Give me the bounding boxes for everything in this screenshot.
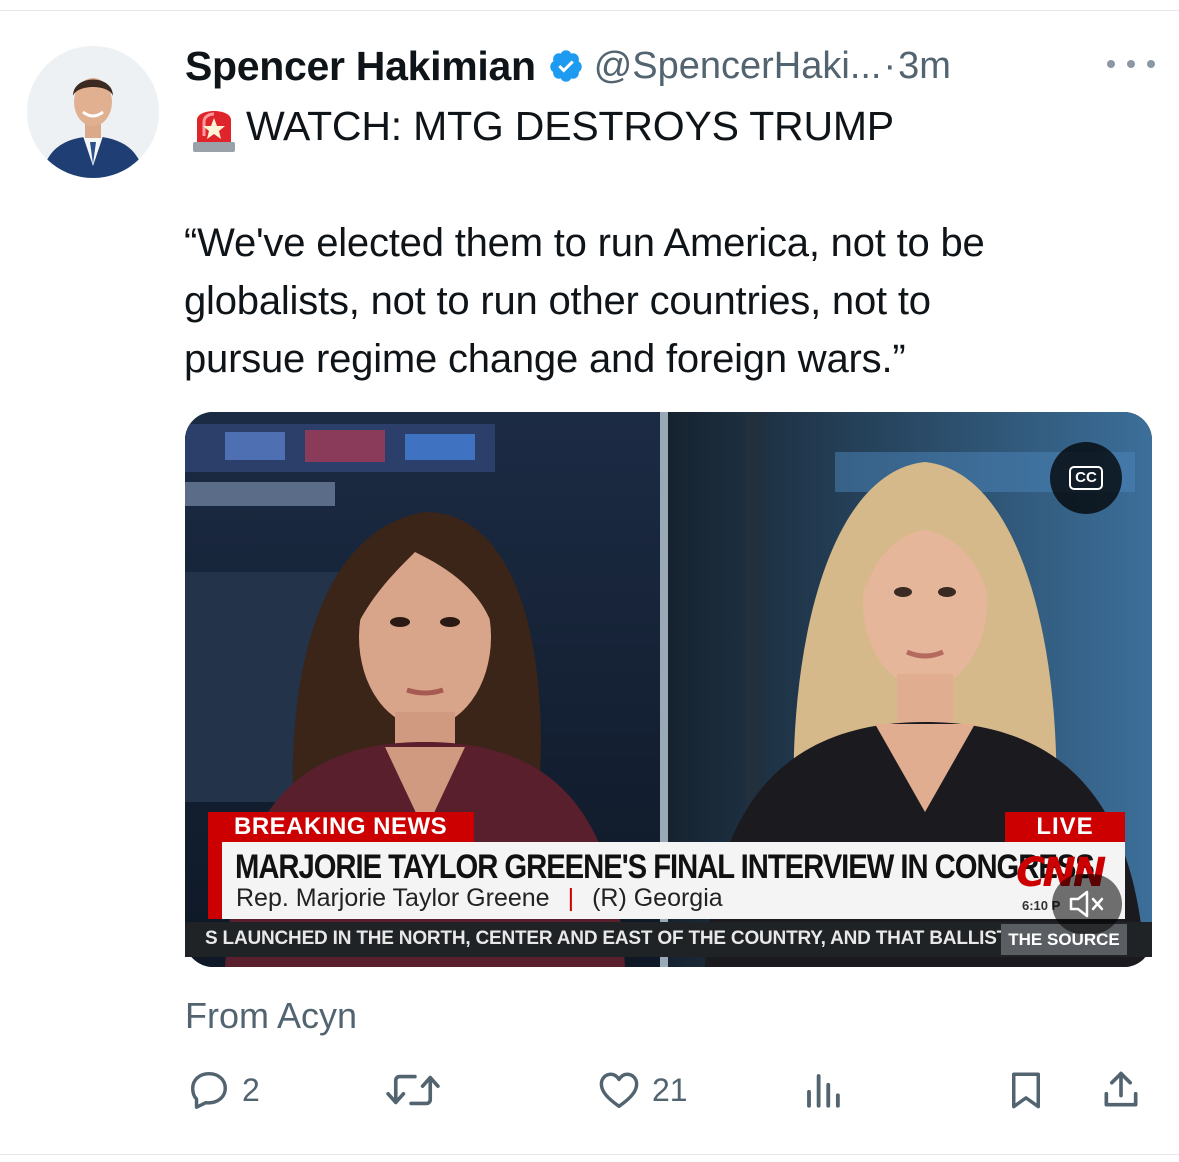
cc-button[interactable]: CC bbox=[1050, 442, 1122, 514]
like-count: 21 bbox=[652, 1071, 688, 1108]
mute-icon bbox=[1069, 890, 1104, 918]
quote-line: pursue regime change and foreign wars.” bbox=[184, 337, 906, 381]
breaking-news-label: BREAKING NEWS bbox=[208, 812, 474, 842]
tweet-time[interactable]: 3m bbox=[898, 45, 951, 88]
cc-icon: CC bbox=[1069, 466, 1103, 490]
author-handle[interactable]: @SpencerHaki... bbox=[594, 45, 882, 88]
tweet-quote: “We've elected them to run America, not … bbox=[184, 214, 1144, 388]
tweet-header: Spencer Hakimian @SpencerHaki... · 3m bbox=[185, 40, 1115, 92]
live-label: LIVE bbox=[1005, 812, 1125, 842]
share-button[interactable] bbox=[1099, 1060, 1143, 1120]
like-button[interactable]: 21 bbox=[596, 1060, 688, 1120]
bottom-divider bbox=[0, 1154, 1179, 1155]
author-name[interactable]: Spencer Hakimian bbox=[185, 43, 536, 90]
retweet-icon bbox=[386, 1074, 440, 1106]
top-divider bbox=[0, 10, 1179, 11]
reply-button[interactable]: 2 bbox=[186, 1060, 260, 1120]
action-bar: 2 21 bbox=[0, 1060, 1179, 1120]
headline-text: WATCH: MTG DESTROYS TRUMP bbox=[246, 102, 894, 149]
share-icon bbox=[1104, 1071, 1138, 1107]
time-separator: · bbox=[883, 44, 897, 87]
lower-third-subline: Rep. Marjorie Taylor Greene | (R) Georgi… bbox=[236, 884, 723, 913]
guest-name: Rep. Marjorie Taylor Greene bbox=[236, 884, 550, 912]
ticker-text: S LAUNCHED IN THE NORTH, CENTER AND EAST… bbox=[205, 928, 1014, 949]
avatar-image bbox=[27, 46, 159, 178]
lower-third-accent bbox=[208, 842, 222, 919]
bookmark-button[interactable] bbox=[1005, 1060, 1047, 1120]
reply-count: 2 bbox=[242, 1071, 260, 1108]
mute-button[interactable] bbox=[1052, 874, 1122, 934]
verified-badge-icon bbox=[549, 50, 582, 82]
quote-line: “We've elected them to run America, not … bbox=[184, 221, 985, 265]
avatar[interactable] bbox=[27, 46, 159, 178]
video-attribution[interactable]: From Acyn bbox=[185, 995, 357, 1037]
views-icon bbox=[807, 1074, 840, 1108]
siren-icon bbox=[193, 111, 235, 152]
quote-line: globalists, not to run other countries, … bbox=[184, 279, 931, 323]
reply-icon bbox=[190, 1071, 228, 1109]
guest-party: (R) Georgia bbox=[592, 884, 723, 912]
lower-third-headline: MARJORIE TAYLOR GREENE'S FINAL INTERVIEW… bbox=[235, 848, 1095, 886]
tweet-headline: WATCH: MTG DESTROYS TRUMP bbox=[190, 98, 894, 154]
subline-separator: | bbox=[567, 884, 575, 912]
like-icon bbox=[599, 1072, 639, 1109]
bookmark-icon bbox=[1012, 1072, 1040, 1109]
more-icon[interactable] bbox=[1107, 52, 1155, 76]
retweet-button[interactable] bbox=[384, 1060, 442, 1120]
views-button[interactable] bbox=[802, 1060, 844, 1120]
